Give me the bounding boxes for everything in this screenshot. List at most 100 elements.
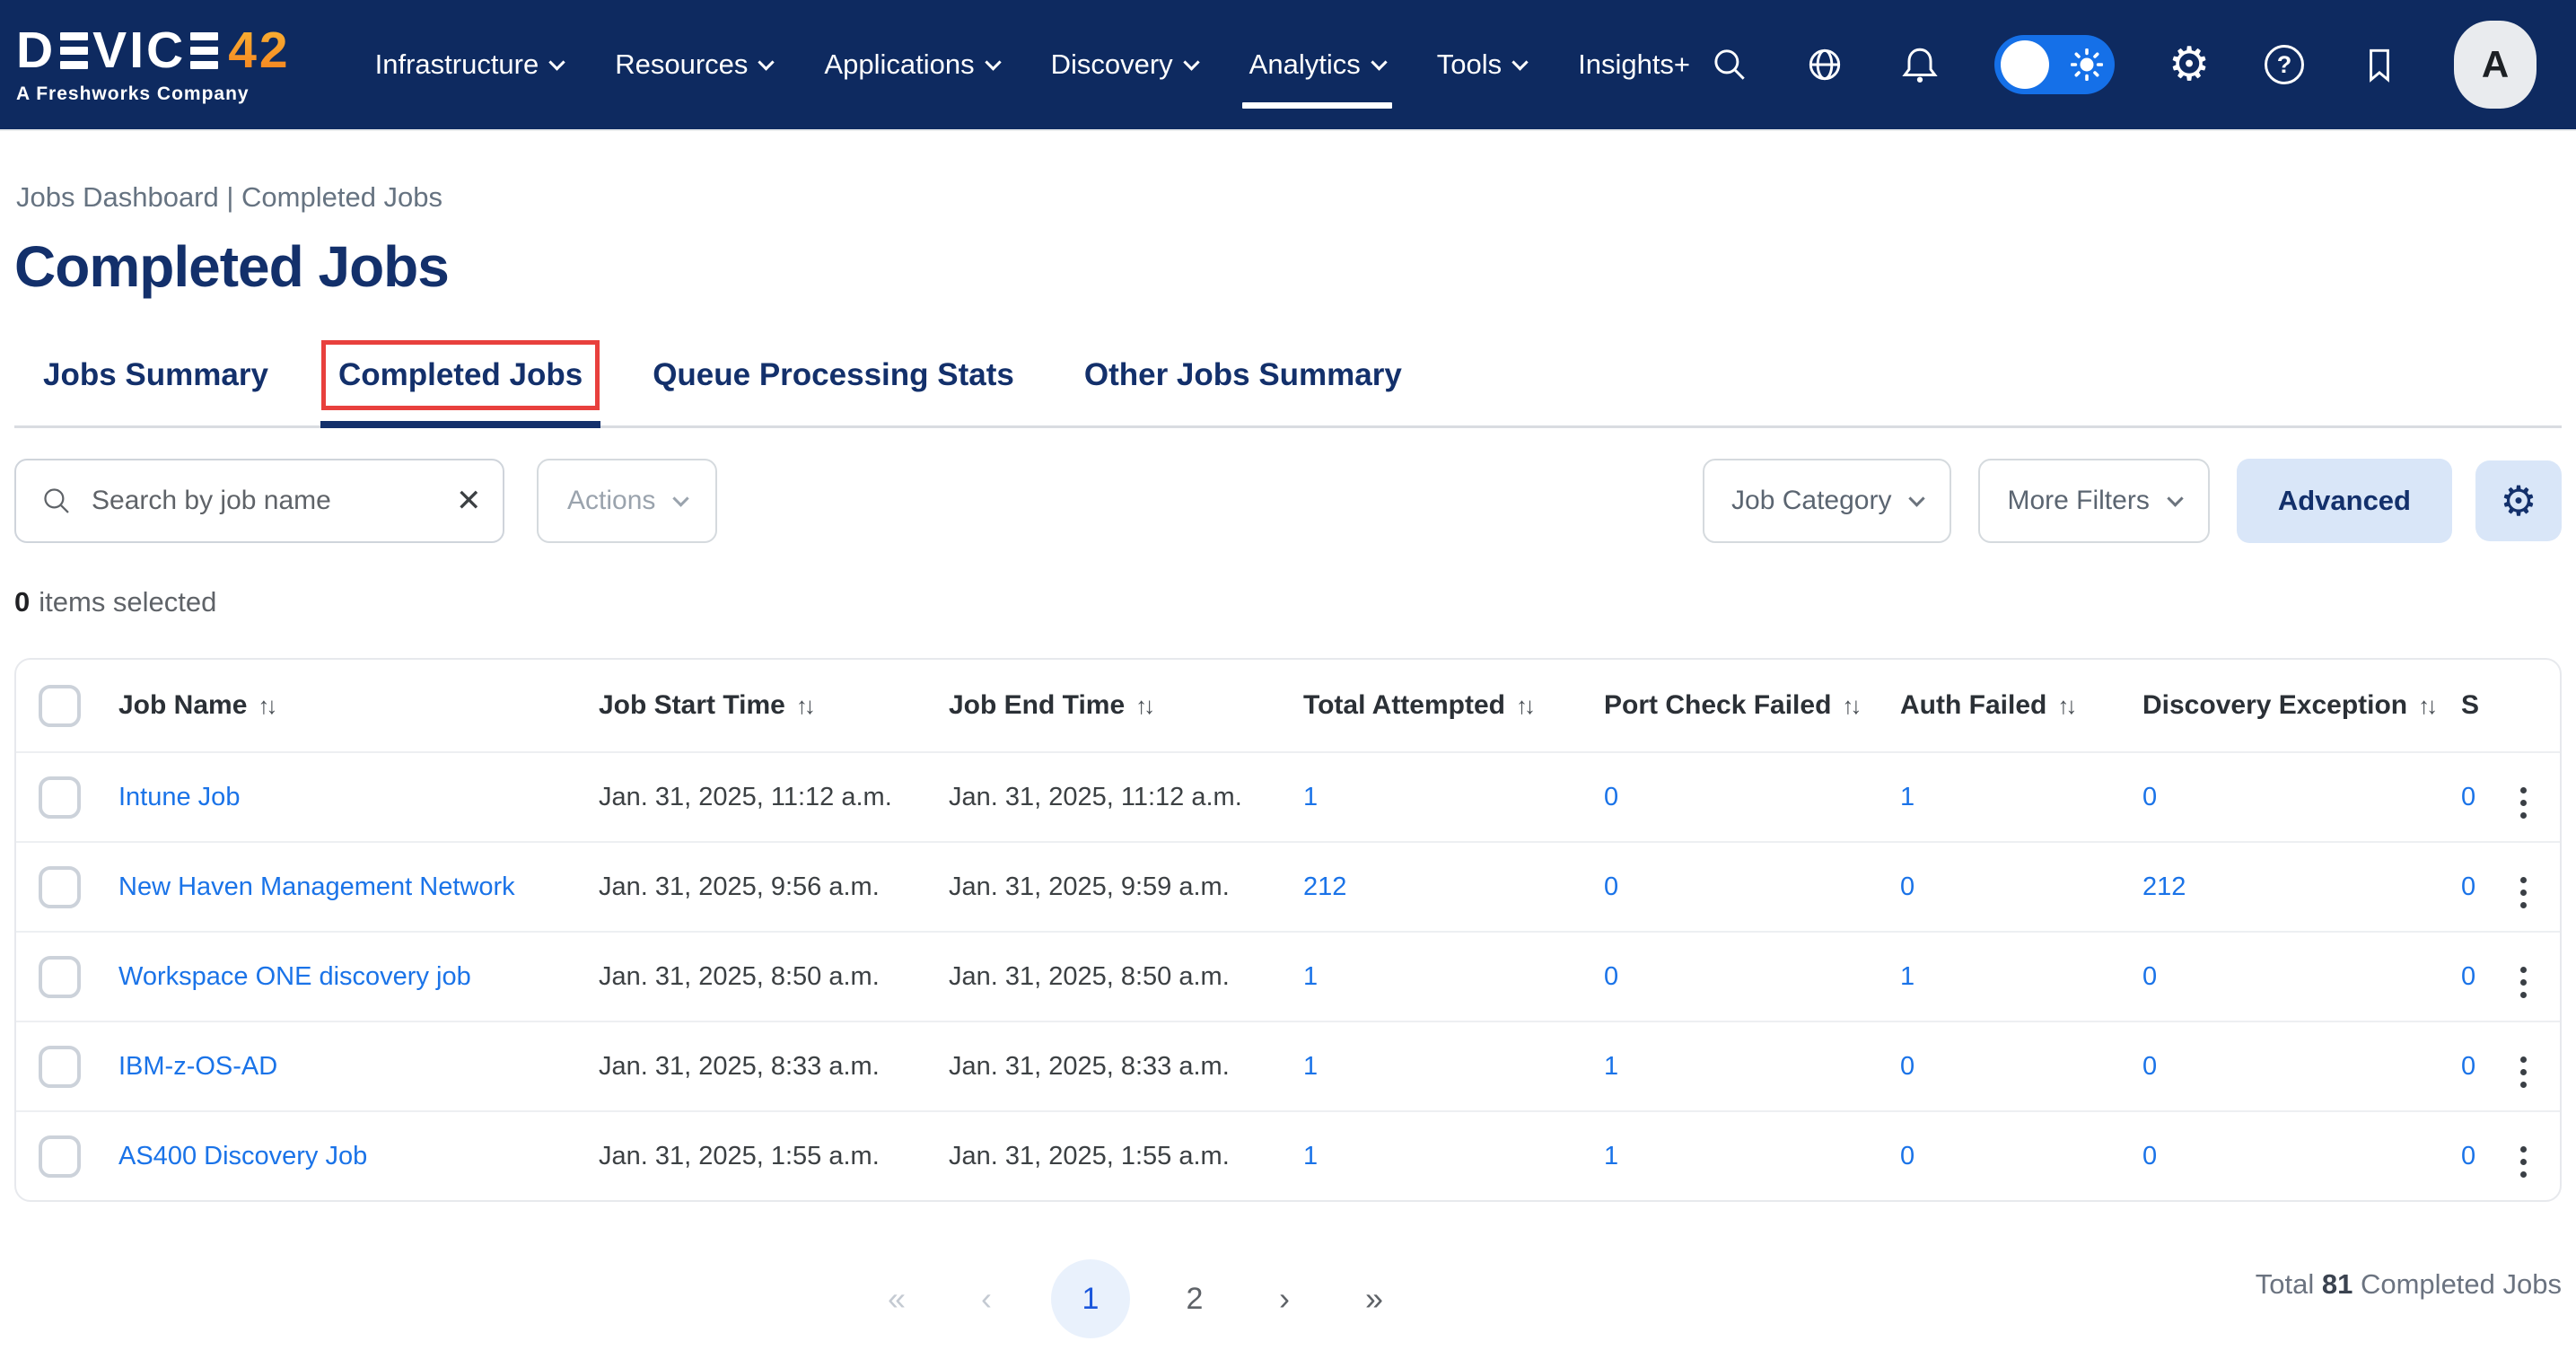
menu-insights-plus[interactable]: Insights+: [1578, 0, 1690, 130]
clear-search-icon[interactable]: ✕: [456, 486, 482, 516]
col-discovery-exception[interactable]: Discovery Exception↑↓: [2126, 690, 2445, 721]
port-check-failed-link[interactable]: 0: [1604, 962, 1618, 991]
col-auth-failed[interactable]: Auth Failed↑↓: [1884, 690, 2126, 721]
total-count: Total 81 Completed Jobs: [2256, 1268, 2562, 1301]
sort-icon[interactable]: ↑↓: [258, 692, 274, 719]
search-icon[interactable]: [1709, 44, 1750, 85]
discovery-exception-link[interactable]: 0: [2142, 1142, 2157, 1170]
job-name-link[interactable]: Workspace ONE discovery job: [118, 962, 471, 991]
auth-failed-link[interactable]: 0: [1900, 1142, 1914, 1170]
auth-failed-link[interactable]: 0: [1900, 872, 1914, 901]
theme-toggle[interactable]: [1994, 35, 2115, 94]
auth-failed-link[interactable]: 0: [1900, 1052, 1914, 1081]
total-attempted-link[interactable]: 1: [1303, 783, 1318, 811]
tab-other-jobs-summary[interactable]: Other Jobs Summary: [1084, 339, 1402, 425]
last-page-button[interactable]: »: [1349, 1259, 1399, 1338]
row-menu-kebab-icon[interactable]: [2515, 1141, 2532, 1183]
menu-discovery[interactable]: Discovery: [1051, 0, 1197, 130]
auth-failed-link[interactable]: 1: [1900, 962, 1914, 991]
bookmark-icon[interactable]: [2359, 44, 2400, 85]
menu-tools[interactable]: Tools: [1437, 0, 1526, 130]
s-column-link[interactable]: 0: [2461, 962, 2475, 991]
sort-icon[interactable]: ↑↓: [2057, 692, 2073, 719]
table-footer: « ‹ 1 2 › » Total 81 Completed Jobs: [14, 1249, 2562, 1350]
auth-failed-link[interactable]: 1: [1900, 783, 1914, 811]
actions-dropdown[interactable]: Actions: [537, 459, 717, 543]
row-checkbox[interactable]: [39, 956, 81, 998]
port-check-failed-link[interactable]: 1: [1604, 1142, 1618, 1170]
device42-logo[interactable]: DVIC42 A Freshworks Company: [16, 25, 291, 105]
row-menu-kebab-icon[interactable]: [2515, 1051, 2532, 1093]
table-row: New Haven Management Network Jan. 31, 20…: [16, 841, 2560, 931]
col-s-truncated[interactable]: S: [2445, 690, 2499, 721]
col-job-end-time[interactable]: Job End Time↑↓: [933, 690, 1287, 721]
menu-infrastructure[interactable]: Infrastructure: [375, 0, 564, 130]
sort-icon[interactable]: ↑↓: [796, 692, 812, 719]
total-attempted-link[interactable]: 1: [1303, 962, 1318, 991]
bell-icon[interactable]: [1899, 44, 1941, 85]
prev-page-button[interactable]: ‹: [961, 1259, 1012, 1338]
search-input[interactable]: [92, 486, 438, 516]
s-column-link[interactable]: 0: [2461, 1142, 2475, 1170]
port-check-failed-link[interactable]: 0: [1604, 783, 1618, 811]
menu-applications[interactable]: Applications: [824, 0, 998, 130]
gear-icon[interactable]: ⚙: [2169, 44, 2210, 85]
total-attempted-link[interactable]: 1: [1303, 1142, 1318, 1170]
device42-logo-text: DVIC42: [16, 25, 291, 76]
col-job-name[interactable]: Job Name↑↓: [102, 690, 583, 721]
sort-icon[interactable]: ↑↓: [1516, 692, 1532, 719]
page-1-button[interactable]: 1: [1051, 1259, 1130, 1338]
menu-resources[interactable]: Resources: [615, 0, 772, 130]
s-column-link[interactable]: 0: [2461, 783, 2475, 811]
logo-letter: D: [16, 25, 56, 76]
job-name-link[interactable]: AS400 Discovery Job: [118, 1142, 367, 1170]
sort-icon[interactable]: ↑↓: [1135, 692, 1152, 719]
sort-icon[interactable]: ↑↓: [2418, 692, 2434, 719]
job-start-time: Jan. 31, 2025, 8:50 a.m.: [583, 962, 933, 992]
help-icon[interactable]: ?: [2264, 44, 2305, 85]
completed-jobs-table: Job Name↑↓ Job Start Time↑↓ Job End Time…: [14, 658, 2562, 1202]
menu-analytics[interactable]: Analytics: [1249, 0, 1385, 130]
row-checkbox[interactable]: [39, 866, 81, 908]
advanced-button[interactable]: Advanced: [2237, 459, 2452, 543]
port-check-failed-link[interactable]: 0: [1604, 872, 1618, 901]
row-checkbox[interactable]: [39, 1046, 81, 1088]
breadcrumb[interactable]: Jobs Dashboard | Completed Jobs: [16, 181, 2562, 214]
col-job-start-time[interactable]: Job Start Time↑↓: [583, 690, 933, 721]
total-attempted-link[interactable]: 212: [1303, 872, 1346, 901]
tab-jobs-summary[interactable]: Jobs Summary: [43, 339, 268, 425]
user-avatar[interactable]: A: [2454, 21, 2537, 109]
discovery-exception-link[interactable]: 212: [2142, 872, 2186, 901]
job-name-link[interactable]: Intune Job: [118, 783, 240, 811]
total-attempted-link[interactable]: 1: [1303, 1052, 1318, 1081]
table-settings-button[interactable]: ⚙: [2475, 460, 2562, 541]
next-page-button[interactable]: ›: [1259, 1259, 1310, 1338]
globe-icon[interactable]: [1804, 44, 1845, 85]
job-category-dropdown[interactable]: Job Category: [1703, 459, 1951, 543]
discovery-exception-link[interactable]: 0: [2142, 783, 2157, 811]
pagination: « ‹ 1 2 › »: [872, 1259, 1399, 1338]
tab-queue-processing-stats[interactable]: Queue Processing Stats: [653, 339, 1014, 425]
job-name-link[interactable]: IBM-z-OS-AD: [118, 1052, 277, 1081]
sort-icon[interactable]: ↑↓: [1842, 692, 1858, 719]
col-port-check-failed[interactable]: Port Check Failed↑↓: [1588, 690, 1884, 721]
row-checkbox[interactable]: [39, 776, 81, 819]
page-2-button[interactable]: 2: [1170, 1259, 1220, 1338]
toggle-knob: [2001, 40, 2049, 89]
col-total-attempted[interactable]: Total Attempted↑↓: [1287, 690, 1588, 721]
job-name-link[interactable]: New Haven Management Network: [118, 872, 515, 901]
more-filters-dropdown[interactable]: More Filters: [1978, 459, 2209, 543]
row-checkbox[interactable]: [39, 1135, 81, 1178]
tab-completed-jobs[interactable]: Completed Jobs: [338, 339, 583, 425]
s-column-link[interactable]: 0: [2461, 1052, 2475, 1081]
first-page-button[interactable]: «: [872, 1259, 922, 1338]
row-menu-kebab-icon[interactable]: [2515, 872, 2532, 914]
discovery-exception-link[interactable]: 0: [2142, 1052, 2157, 1081]
s-column-link[interactable]: 0: [2461, 872, 2475, 901]
port-check-failed-link[interactable]: 1: [1604, 1052, 1618, 1081]
job-end-time: Jan. 31, 2025, 8:33 a.m.: [933, 1052, 1287, 1082]
row-menu-kebab-icon[interactable]: [2515, 782, 2532, 824]
row-menu-kebab-icon[interactable]: [2515, 961, 2532, 1004]
select-all-checkbox[interactable]: [39, 685, 81, 727]
discovery-exception-link[interactable]: 0: [2142, 962, 2157, 991]
